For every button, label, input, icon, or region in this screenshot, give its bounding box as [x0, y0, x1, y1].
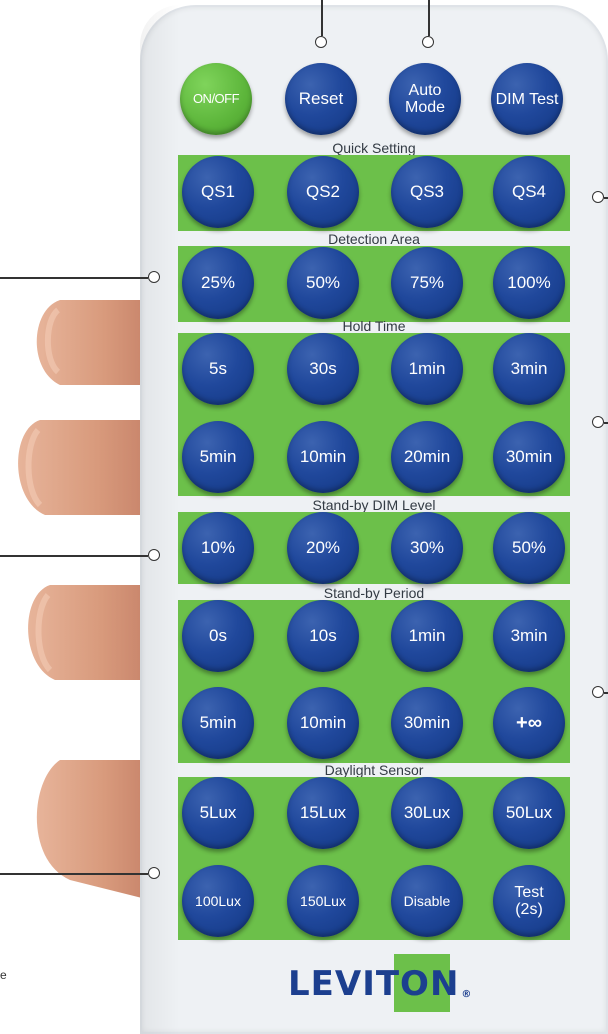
dim-10-button[interactable]: 10%: [182, 512, 254, 584]
dim-test-button[interactable]: DIM Test: [491, 63, 563, 135]
period-0s-button[interactable]: 0s: [182, 600, 254, 672]
callout-marker-auto-mode: [422, 36, 434, 48]
dim-50-button[interactable]: 50%: [493, 512, 565, 584]
detection-25-button[interactable]: 25%: [182, 247, 254, 319]
quick-setting-label: Quick Setting: [332, 140, 416, 156]
callout-line-detection-area: [0, 277, 148, 279]
hold-3min-button[interactable]: 3min: [493, 333, 565, 405]
hold-1min-button[interactable]: 1min: [391, 333, 463, 405]
standby-dim-level-label: Stand-by DIM Level: [312, 497, 436, 513]
brand-name: LEVITON: [288, 964, 460, 1004]
lux-30-button[interactable]: 30Lux: [391, 777, 463, 849]
qs3-button[interactable]: QS3: [391, 156, 463, 228]
callout-marker-standby-period: [592, 686, 604, 698]
callout-marker-hold-time: [592, 416, 604, 428]
callout-line-standby-period: [604, 692, 608, 694]
detection-75-button[interactable]: 75%: [391, 247, 463, 319]
callout-marker-detection-area: [148, 271, 160, 283]
period-10min-button[interactable]: 10min: [287, 687, 359, 759]
side-text-fragment: e: [0, 968, 7, 982]
qs1-button[interactable]: QS1: [182, 156, 254, 228]
disable-button[interactable]: Disable: [391, 865, 463, 937]
detection-100-button[interactable]: 100%: [493, 247, 565, 319]
dim-20-button[interactable]: 20%: [287, 512, 359, 584]
callout-line-quick-setting: [604, 197, 608, 199]
hold-10min-button[interactable]: 10min: [287, 421, 359, 493]
lux-5-button[interactable]: 5Lux: [182, 777, 254, 849]
auto-mode-button[interactable]: Auto Mode: [389, 63, 461, 135]
dim-30-button[interactable]: 30%: [391, 512, 463, 584]
hold-30s-button[interactable]: 30s: [287, 333, 359, 405]
period-3min-button[interactable]: 3min: [493, 600, 565, 672]
reset-button[interactable]: Reset: [285, 63, 357, 135]
period-30min-button[interactable]: 30min: [391, 687, 463, 759]
finger-4: [36, 760, 150, 900]
qs4-button[interactable]: QS4: [493, 156, 565, 228]
on-off-button[interactable]: ON/OFF: [180, 63, 252, 135]
callout-line-standby-dim: [0, 555, 148, 557]
qs2-button[interactable]: QS2: [287, 156, 359, 228]
callout-marker-quick-setting: [592, 191, 604, 203]
daylight-sensor-label: Daylight Sensor: [324, 762, 424, 778]
standby-period-label: Stand-by Period: [323, 585, 425, 601]
hold-5min-button[interactable]: 5min: [182, 421, 254, 493]
lux-15-button[interactable]: 15Lux: [287, 777, 359, 849]
callout-marker-standby-dim: [148, 549, 160, 561]
hold-30min-button[interactable]: 30min: [493, 421, 565, 493]
period-infinite-button[interactable]: +∞: [493, 687, 565, 759]
period-5min-button[interactable]: 5min: [182, 687, 254, 759]
leviton-logo: LEVITON ®: [288, 962, 472, 1006]
callout-line-reset: [321, 0, 323, 36]
callout-marker-reset: [315, 36, 327, 48]
callout-line-hold-time: [604, 422, 608, 424]
registered-mark: ®: [461, 988, 473, 1000]
callout-line-auto-mode: [428, 0, 430, 36]
hold-20min-button[interactable]: 20min: [391, 421, 463, 493]
detection-area-label: Detection Area: [328, 231, 420, 247]
period-1min-button[interactable]: 1min: [391, 600, 463, 672]
callout-marker-daylight: [148, 867, 160, 879]
test-2s-button[interactable]: Test (2s): [493, 865, 565, 937]
remote-shade: [140, 5, 180, 1034]
lux-100-button[interactable]: 100Lux: [182, 865, 254, 937]
callout-line-daylight: [0, 873, 148, 875]
detection-50-button[interactable]: 50%: [287, 247, 359, 319]
lux-150-button[interactable]: 150Lux: [287, 865, 359, 937]
period-10s-button[interactable]: 10s: [287, 600, 359, 672]
hold-5s-button[interactable]: 5s: [182, 333, 254, 405]
hold-time-label: Hold Time: [342, 318, 406, 334]
lux-50-button[interactable]: 50Lux: [493, 777, 565, 849]
